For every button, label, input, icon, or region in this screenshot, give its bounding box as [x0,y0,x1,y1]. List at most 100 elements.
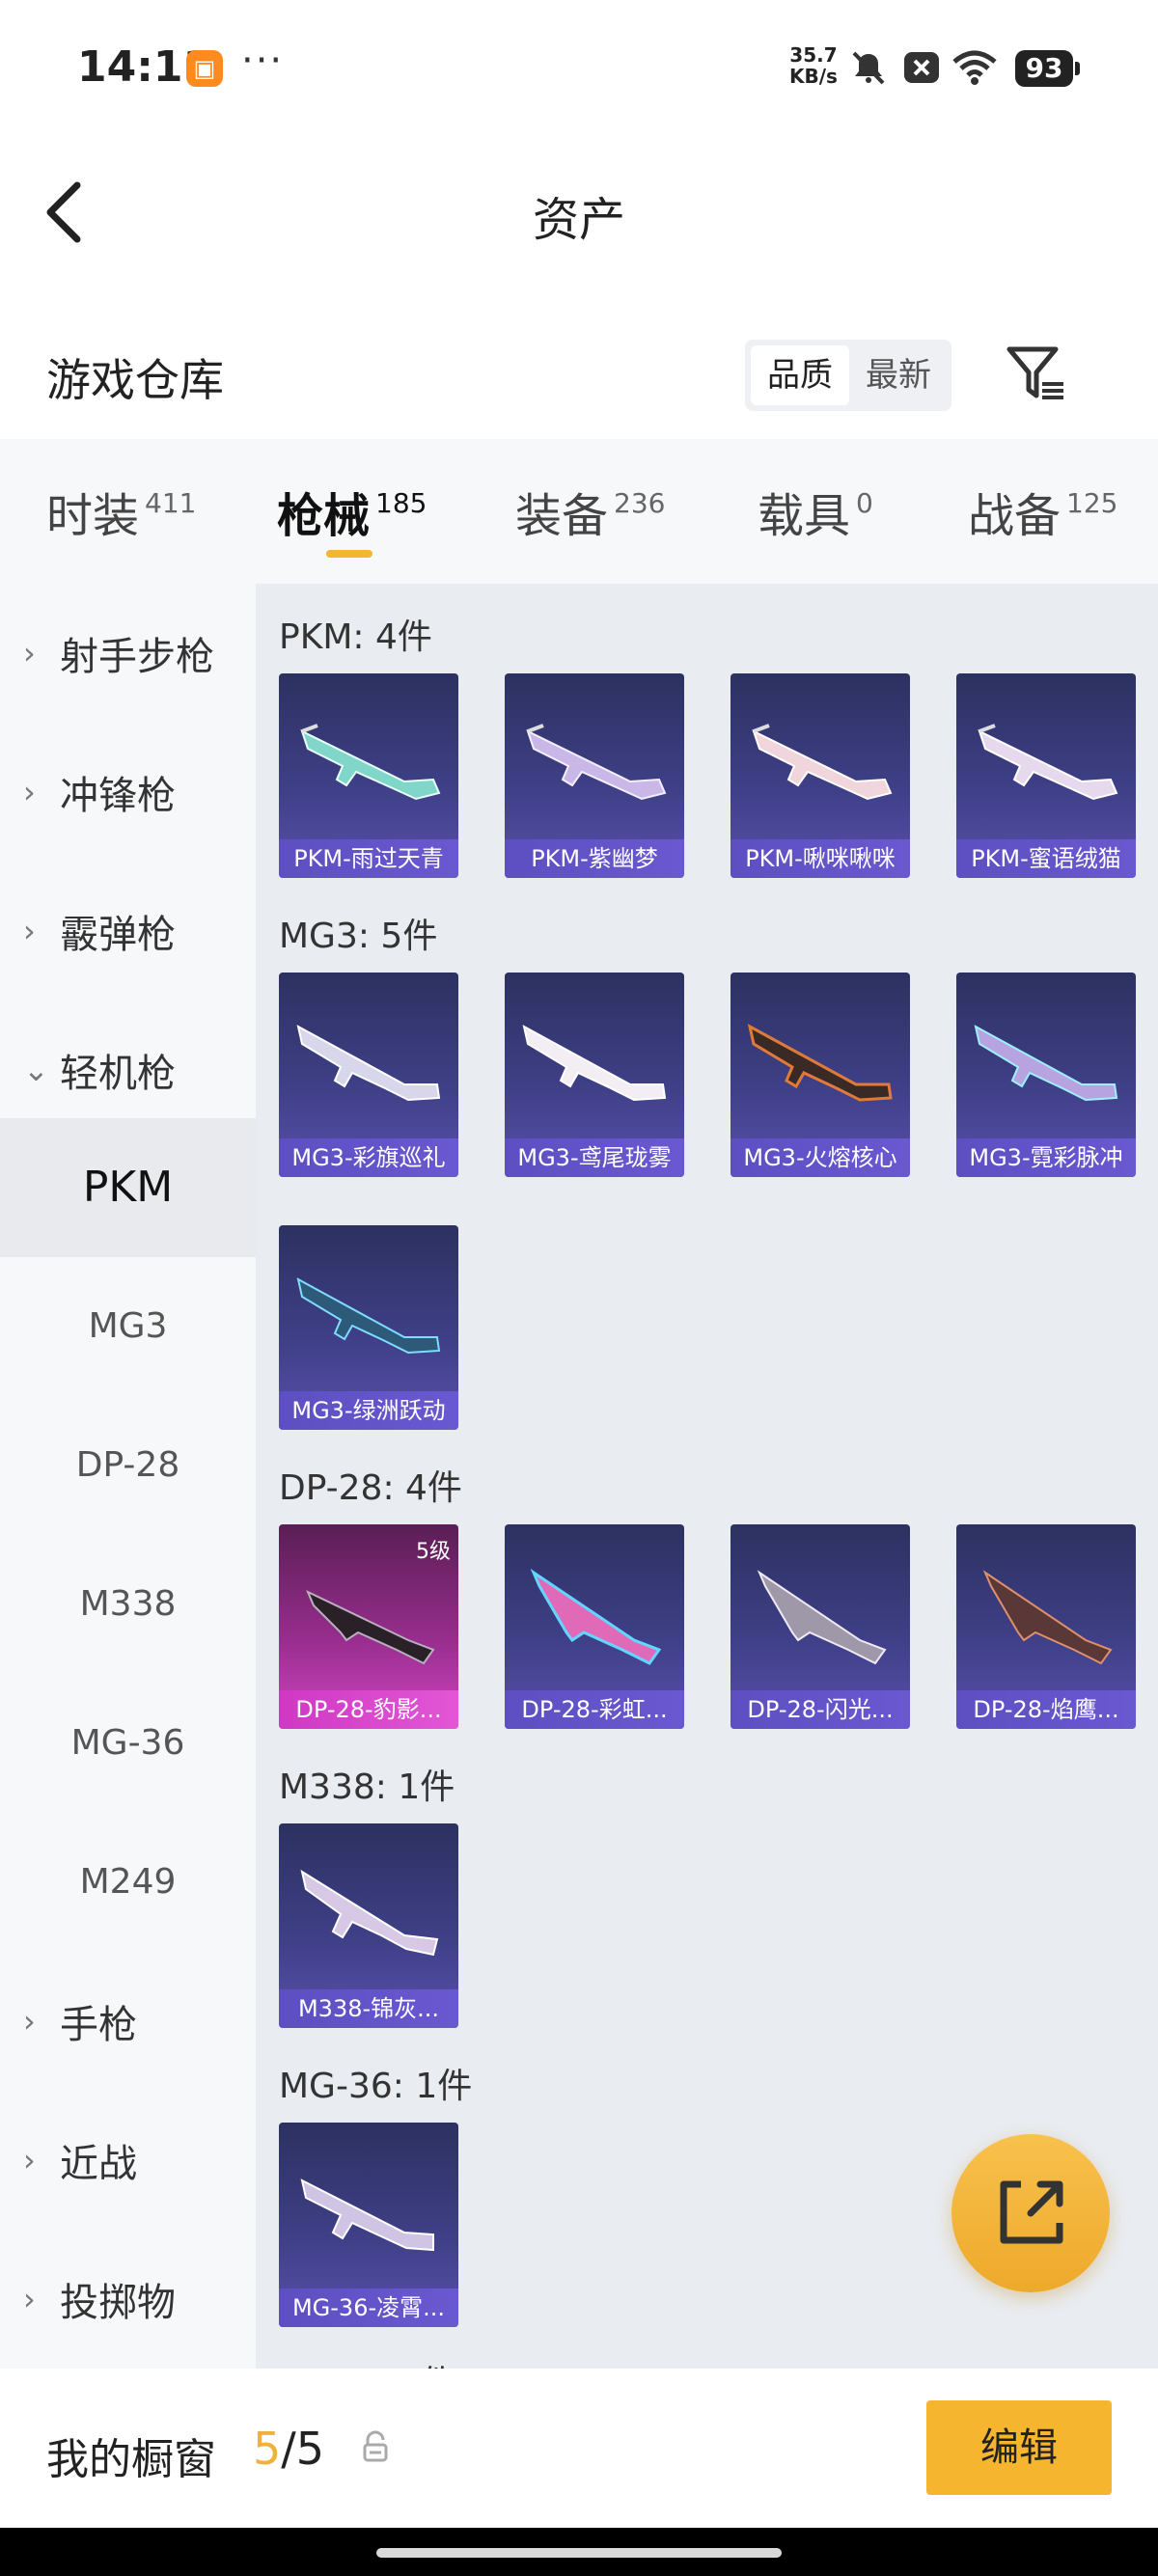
gun-icon [522,1025,667,1102]
sidebar-sub-dp28[interactable]: DP-28 [0,1396,256,1535]
warehouse-title: 游戏仓库 [46,354,224,406]
weapon-card[interactable]: MG-36-凌霄... [279,2123,458,2327]
weapon-name: MG3-火熔核心 [731,1138,910,1177]
weapon-name: M338-锦灰... [279,1989,458,2028]
more-dots-icon: ··· [241,39,285,83]
showcase-count: 5/5 [253,2423,324,2475]
sidebar-item-melee[interactable]: › 近战 [0,2091,256,2230]
tab-count: 0 [856,487,873,519]
weapon-card[interactable]: PKM-雨过天青 [279,673,458,878]
edit-button[interactable]: 编辑 [926,2400,1112,2495]
showcase-label: 我的橱窗 [46,2435,216,2484]
chevron-down-icon: ⌄ [23,1052,49,1088]
showcase-separator: / [281,2423,296,2475]
sidebar-item-label: 霰弹枪 [60,913,176,957]
sidebar-item-pistol[interactable]: › 手枪 [0,1952,256,2091]
weapon-name: MG3-彩旗巡礼 [279,1138,458,1177]
gun-icon [747,1024,893,1102]
status-bar: 14:11 ▣ ··· 35.7 KB/s 93 [0,0,1158,135]
tab-battle-gear[interactable]: 战备 125 [968,478,1117,555]
category-tabs: 时装 411 枪械 185 装备 236 载具 0 战备 125 [0,439,1158,584]
weapon-category-sidebar: › 射手步枪 › 冲锋枪 › 霰弹枪 ⌄ 轻机枪 PKM MG3 DP-28 M… [0,584,256,2369]
weapon-card[interactable]: MG3-彩旗巡礼 [279,973,458,1177]
sidebar-item-label: 投掷物 [60,2281,176,2325]
page-title: 资产 [532,193,625,247]
sidebar-sub-mg36[interactable]: MG-36 [0,1674,256,1813]
group-title: MG-36: 1件 [279,2067,473,2106]
network-speed: 35.7 KB/s [789,44,838,87]
share-icon [1000,2180,1063,2244]
share-button[interactable] [951,2134,1110,2292]
tab-count: 125 [1066,487,1118,519]
weapon-card[interactable]: PKM-蜜语绒猫 [956,673,1136,878]
tab-count: 411 [145,487,197,519]
filter-icon[interactable] [1004,342,1067,405]
weapon-name: DP-28-彩虹... [505,1690,684,1729]
weapon-card[interactable]: MG3-火熔核心 [731,973,910,1177]
sidebar-item-marksman-rifle[interactable]: › 射手步枪 [0,584,256,723]
close-badge-icon [904,52,939,83]
weapon-name: DP-28-闪光... [731,1690,910,1729]
sidebar-sub-mg3[interactable]: MG3 [0,1257,256,1396]
weapon-name: DP-28-豹影... [279,1690,458,1729]
weapon-card[interactable]: DP-28-焰鹰... [956,1524,1136,1729]
group-title: DP-28: 4件 [279,1468,462,1508]
sidebar-item-label: 轻机枪 [60,1052,176,1096]
chevron-right-icon: › [23,774,36,810]
gun-icon [526,724,667,801]
weapon-card[interactable]: MG3-鸢尾珑雾 [505,973,684,1177]
weapon-card[interactable]: MG3-霓彩脉冲 [956,973,1136,1177]
tab-equipment[interactable]: 装备 236 [515,478,665,555]
weapon-card[interactable]: PKM-啾咪啾咪 [731,673,910,878]
sidebar-item-throwable[interactable]: › 投掷物 [0,2230,256,2369]
weapon-card[interactable]: PKM-紫幽梦 [505,673,684,878]
chevron-right-icon: › [23,913,36,949]
weapon-level-badge: 5级 [416,1540,451,1564]
gun-icon [300,724,441,801]
sidebar-sub-m249[interactable]: M249 [0,1813,256,1952]
weapon-card[interactable]: 5级 DP-28-豹影... [279,1524,458,1729]
sort-toggle: 品质 最新 [745,340,951,411]
tab-count: 236 [614,487,666,519]
tab-label: 载具 [758,489,851,543]
battery-icon: 93 [1015,50,1080,87]
weapon-name: PKM-紫幽梦 [505,839,684,878]
tab-count: 185 [375,487,427,519]
sidebar-sub-pkm[interactable]: PKM [0,1118,256,1257]
chevron-right-icon: › [23,635,36,671]
tab-fashion[interactable]: 时装 411 [46,478,196,555]
gun-icon [300,1869,439,1957]
tab-label: 战备 [968,489,1062,543]
gun-icon [974,1025,1118,1102]
sidebar-item-label: 射手步枪 [60,635,214,679]
group-title: MG3: 5件 [279,917,438,956]
sort-by-newest-button[interactable]: 最新 [849,345,948,405]
weapon-name: DP-28-焰鹰... [956,1690,1136,1729]
sidebar-sub-m338[interactable]: M338 [0,1535,256,1674]
sidebar-item-smg[interactable]: › 冲锋枪 [0,723,256,862]
home-indicator[interactable] [376,2548,782,2558]
weapon-card[interactable]: M338-锦灰... [279,1823,458,2028]
gun-icon [752,724,893,801]
active-tab-indicator [326,550,372,558]
sidebar-item-label: 近战 [60,2142,137,2186]
gun-icon [296,1277,441,1355]
gun-icon [300,2179,434,2252]
tab-firearms[interactable]: 枪械 185 [277,478,427,555]
app-notification-icon: ▣ [186,50,223,87]
chevron-right-icon: › [23,2003,36,2040]
network-speed-value: 35.7 [789,43,838,67]
tab-vehicles[interactable]: 载具 0 [758,478,873,555]
weapon-card[interactable]: DP-28-闪光... [731,1524,910,1729]
showcase-current: 5 [253,2423,282,2475]
weapon-name: PKM-啾咪啾咪 [731,839,910,878]
nav-bar: 资产 [0,135,1158,280]
sidebar-item-shotgun[interactable]: › 霰弹枪 [0,862,256,1000]
weapon-card[interactable]: MG3-绿洲跃动 [279,1225,458,1430]
lock-icon [363,2430,388,2462]
gun-icon [757,1570,887,1665]
wifi-icon [952,50,997,85]
group-title: M338: 1件 [279,1768,455,1807]
sort-by-quality-button[interactable]: 品质 [751,345,849,405]
weapon-card[interactable]: DP-28-彩虹... [505,1524,684,1729]
